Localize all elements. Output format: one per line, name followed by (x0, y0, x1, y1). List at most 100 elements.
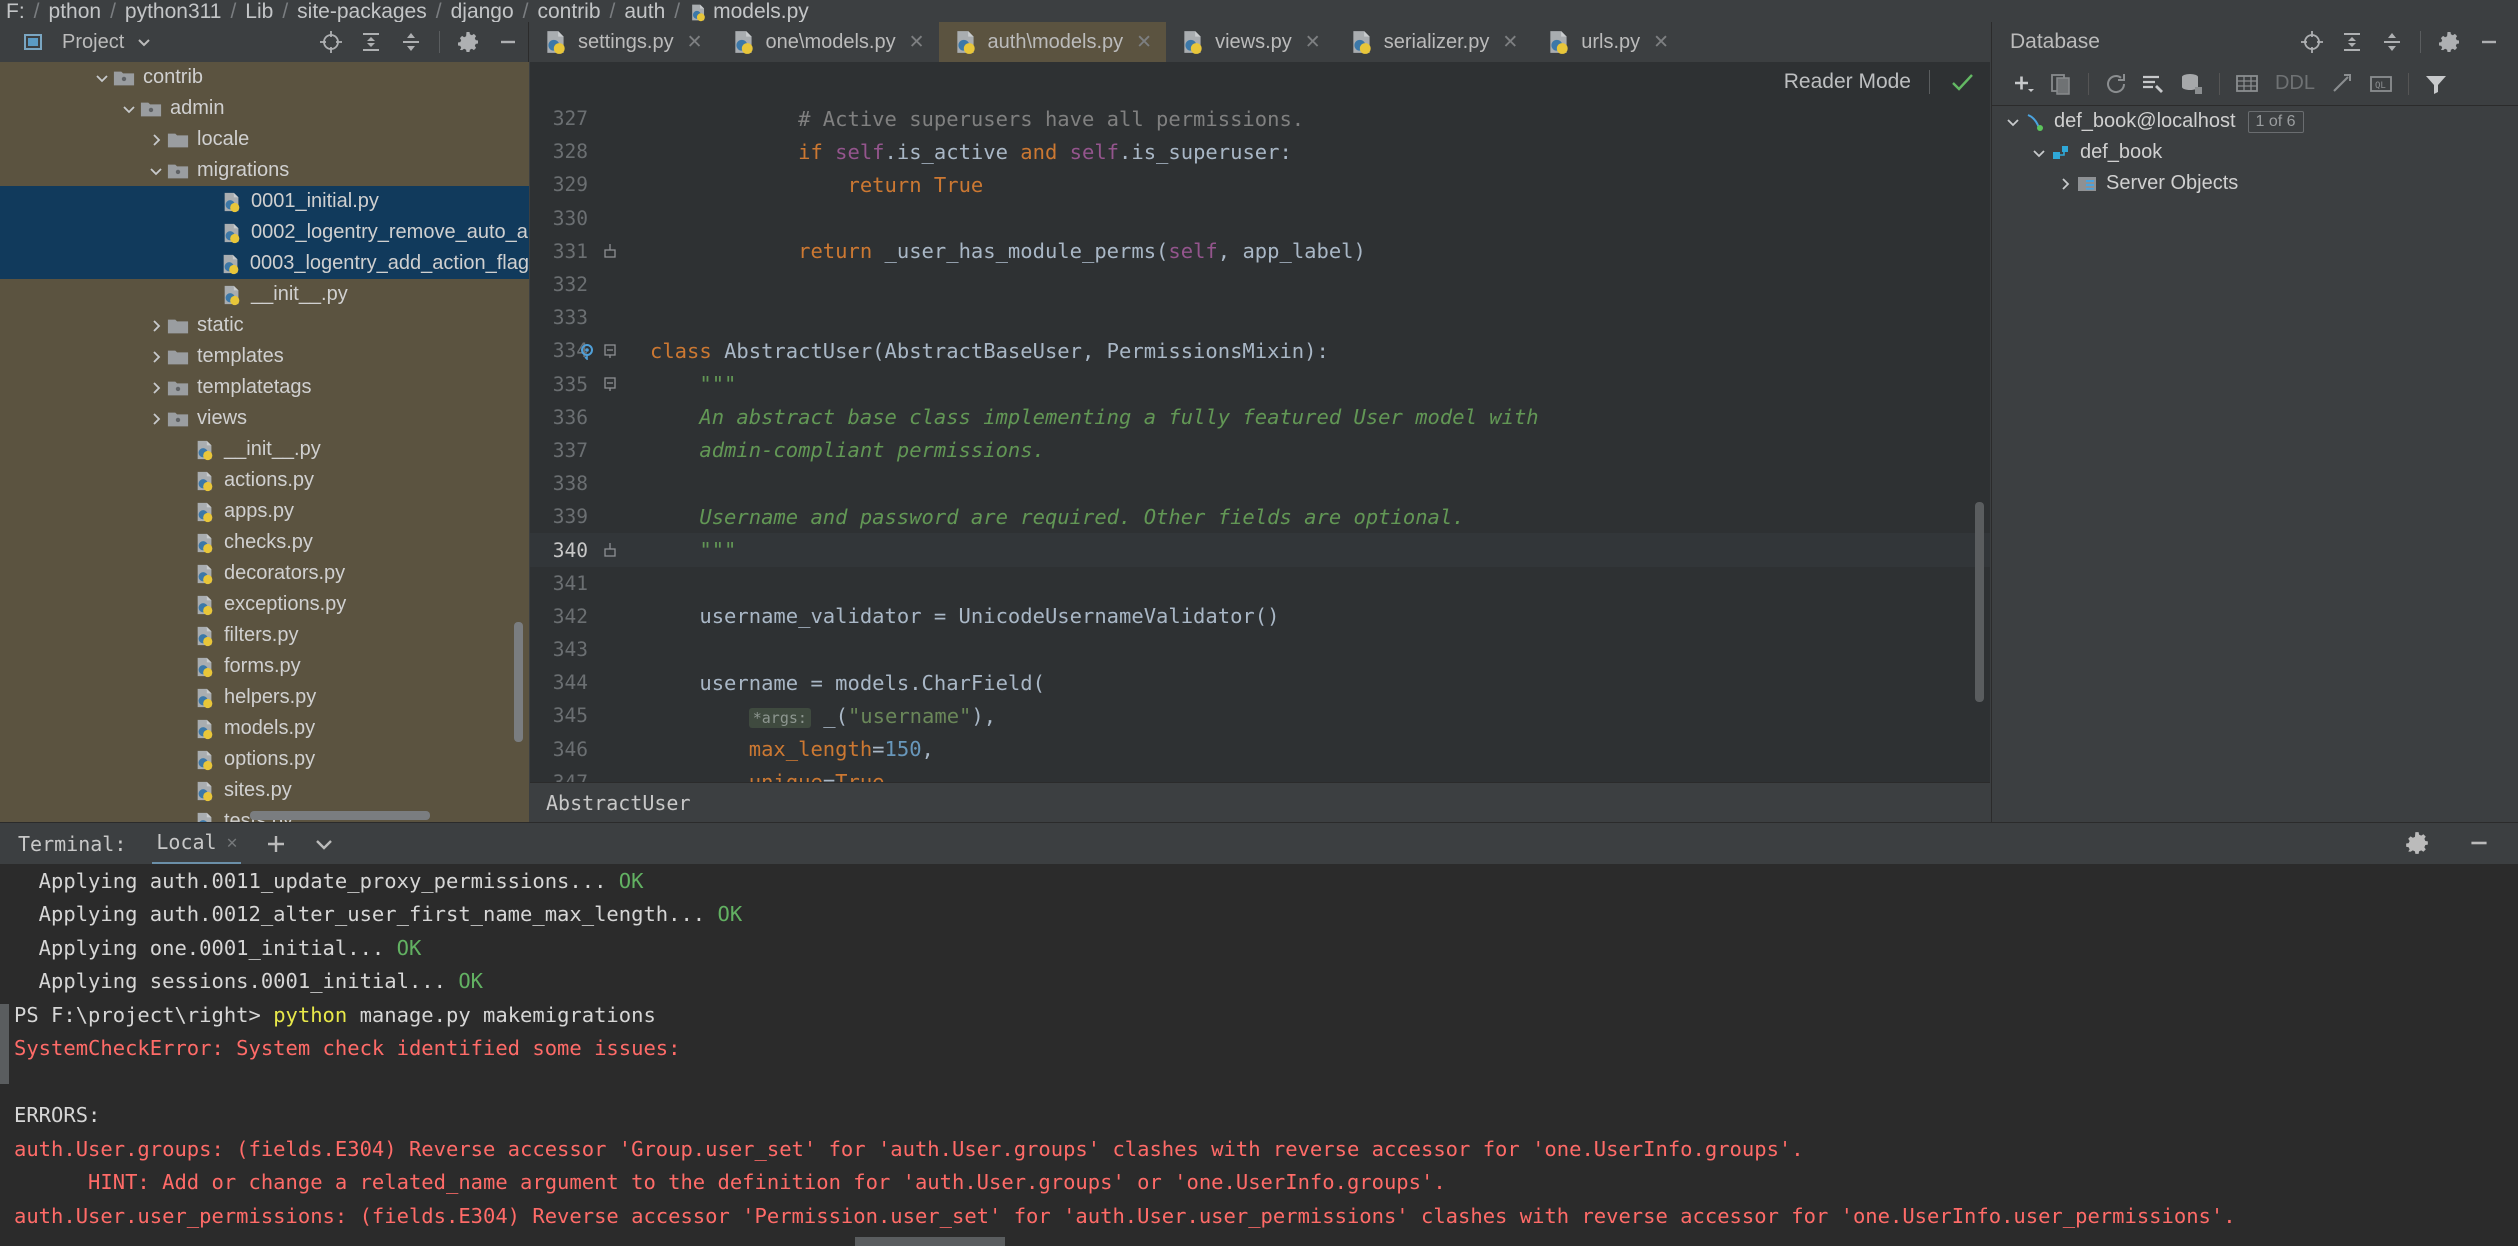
code-line[interactable]: 343 (530, 633, 1990, 666)
close-icon[interactable]: ✕ (909, 31, 925, 54)
project-tree[interactable]: contribadminlocalemigrations0001_initial… (0, 62, 529, 822)
chevron-down-icon[interactable] (122, 102, 140, 116)
code-line[interactable]: 336 An abstract base class implementing … (530, 401, 1990, 434)
project-tree-row[interactable]: decorators.py (0, 558, 529, 589)
terminal-minimize-icon[interactable] (2466, 822, 2492, 864)
reader-mode-label[interactable]: Reader Mode (1784, 70, 1911, 94)
project-tree-row[interactable]: actions.py (0, 465, 529, 496)
ddl-label[interactable]: DDL (2268, 69, 2322, 99)
chevron-down-icon[interactable] (2032, 146, 2050, 160)
code-line[interactable]: 330 (530, 202, 1990, 235)
code-line[interactable]: 341 (530, 567, 1990, 600)
code-line[interactable]: 340 """ (530, 533, 1990, 566)
code-line[interactable]: 339 Username and password are required. … (530, 500, 1990, 533)
project-tree-row[interactable]: 0002_logentry_remove_auto_a (0, 217, 529, 248)
chevron-right-icon[interactable] (2058, 177, 2076, 191)
code-editor[interactable]: Reader Mode 327 # Active superusers have… (530, 62, 1990, 822)
close-icon[interactable]: ✕ (687, 31, 703, 54)
refresh-icon[interactable] (2099, 69, 2133, 99)
console-icon[interactable]: QL (2364, 69, 2398, 99)
chevron-down-icon[interactable] (95, 71, 113, 85)
gear-icon[interactable] (453, 27, 483, 57)
code-line[interactable]: 332 (530, 268, 1990, 301)
terminal-hscrollbar[interactable] (855, 1237, 1005, 1246)
code-line[interactable]: 337 admin-compliant permissions. (530, 434, 1990, 467)
collapse-all-icon[interactable] (2377, 27, 2407, 57)
chevron-right-icon[interactable] (149, 412, 167, 426)
chevron-down-icon[interactable] (129, 27, 159, 57)
close-icon[interactable]: ✕ (1653, 31, 1669, 54)
expand-all-icon[interactable] (356, 27, 386, 57)
project-tree-row[interactable]: helpers.py (0, 682, 529, 713)
project-tree-row[interactable]: 0001_initial.py (0, 186, 529, 217)
run-script-icon[interactable] (2137, 69, 2171, 99)
code-line[interactable]: 329 return True (530, 168, 1990, 201)
close-icon[interactable]: ✕ (227, 832, 238, 853)
fold-marker[interactable] (602, 376, 650, 392)
editor-tab[interactable]: settings.py✕ (529, 22, 717, 62)
database-tree[interactable]: def_book@localhost1 of 6def_bookServer O… (1992, 106, 2518, 199)
editor-vscrollbar[interactable] (1975, 502, 1984, 702)
code-line[interactable]: 347 unique=True, (530, 766, 1990, 782)
project-tree-row[interactable]: migrations (0, 155, 529, 186)
chevron-right-icon[interactable] (149, 133, 167, 147)
project-tree-row[interactable]: 0003_logentry_add_action_flag (0, 248, 529, 279)
project-tree-row[interactable]: locale (0, 124, 529, 155)
project-tree-row[interactable]: filters.py (0, 620, 529, 651)
expand-all-icon[interactable] (2337, 27, 2367, 57)
code-line[interactable]: 331 return _user_has_module_perms(self, … (530, 235, 1990, 268)
code-line[interactable]: 328 if self.is_active and self.is_superu… (530, 135, 1990, 168)
minimize-icon[interactable] (493, 27, 523, 57)
project-tree-row[interactable]: checks.py (0, 527, 529, 558)
terminal-tab-local[interactable]: Local ✕ (152, 823, 241, 865)
close-icon[interactable]: ✕ (1305, 31, 1321, 54)
project-tree-row[interactable]: options.py (0, 744, 529, 775)
breadcrumb-current-file[interactable]: models.py (713, 2, 809, 22)
terminal-vscrollbar[interactable] (0, 864, 9, 1246)
fold-marker[interactable] (602, 243, 650, 259)
breadcrumb-item[interactable]: pthon (49, 2, 102, 22)
project-tree-row[interactable]: __init__.py (0, 434, 529, 465)
editor-tab-active[interactable]: auth\models.py✕ (939, 22, 1167, 62)
editor-tab[interactable]: serializer.py✕ (1335, 22, 1533, 62)
inspections-ok-icon[interactable] (1948, 68, 1976, 96)
close-icon[interactable]: ✕ (1502, 31, 1518, 54)
code-line[interactable]: 338 (530, 467, 1990, 500)
breadcrumb-item[interactable]: contrib (538, 2, 601, 22)
code-line[interactable]: 334class AbstractUser(AbstractBaseUser, … (530, 334, 1990, 367)
code-line[interactable]: 346 max_length=150, (530, 733, 1990, 766)
project-tree-row[interactable]: apps.py (0, 496, 529, 527)
project-tree-row[interactable]: exceptions.py (0, 589, 529, 620)
code-line[interactable]: 327 # Active superusers have all permiss… (530, 102, 1990, 135)
jump-to-icon[interactable] (2326, 69, 2360, 99)
code-line[interactable]: 335 """ (530, 368, 1990, 401)
editor-tab[interactable]: urls.py✕ (1532, 22, 1683, 62)
fold-marker[interactable] (602, 542, 650, 558)
chevron-right-icon[interactable] (149, 381, 167, 395)
add-icon[interactable] (2006, 69, 2040, 99)
terminal-output[interactable]: Applying auth.0011_update_proxy_permissi… (0, 864, 2518, 1246)
breadcrumb-item[interactable]: django (451, 2, 514, 22)
gear-icon[interactable] (2434, 27, 2464, 57)
project-tree-row[interactable]: templatetags (0, 372, 529, 403)
project-tree-hscrollbar[interactable] (250, 811, 430, 820)
breadcrumb[interactable]: F:/pthon/python311/Lib/site-packages/dja… (0, 0, 2518, 22)
editor-tab[interactable]: one\models.py✕ (717, 22, 939, 62)
project-tree-row[interactable]: views (0, 403, 529, 434)
locate-icon[interactable] (316, 27, 346, 57)
project-tree-row[interactable]: templates (0, 341, 529, 372)
fold-marker[interactable] (602, 343, 650, 359)
chevron-right-icon[interactable] (149, 350, 167, 364)
plus-icon[interactable] (263, 831, 289, 857)
code-line[interactable]: 345 *args: _("username"), (530, 699, 1990, 732)
database-tree-row[interactable]: def_book (1992, 137, 2518, 168)
project-tree-row[interactable]: admin (0, 93, 529, 124)
code-line[interactable]: 333 (530, 301, 1990, 334)
breadcrumb-item[interactable]: site-packages (297, 2, 427, 22)
breadcrumb-item[interactable]: auth (624, 2, 665, 22)
project-tree-row[interactable]: sites.py (0, 775, 529, 806)
chevron-down-icon[interactable] (149, 164, 167, 178)
breadcrumb-item[interactable]: F: (6, 2, 25, 22)
sync-db-icon[interactable] (2175, 69, 2209, 99)
code-line[interactable]: 344 username = models.CharField( (530, 666, 1990, 699)
